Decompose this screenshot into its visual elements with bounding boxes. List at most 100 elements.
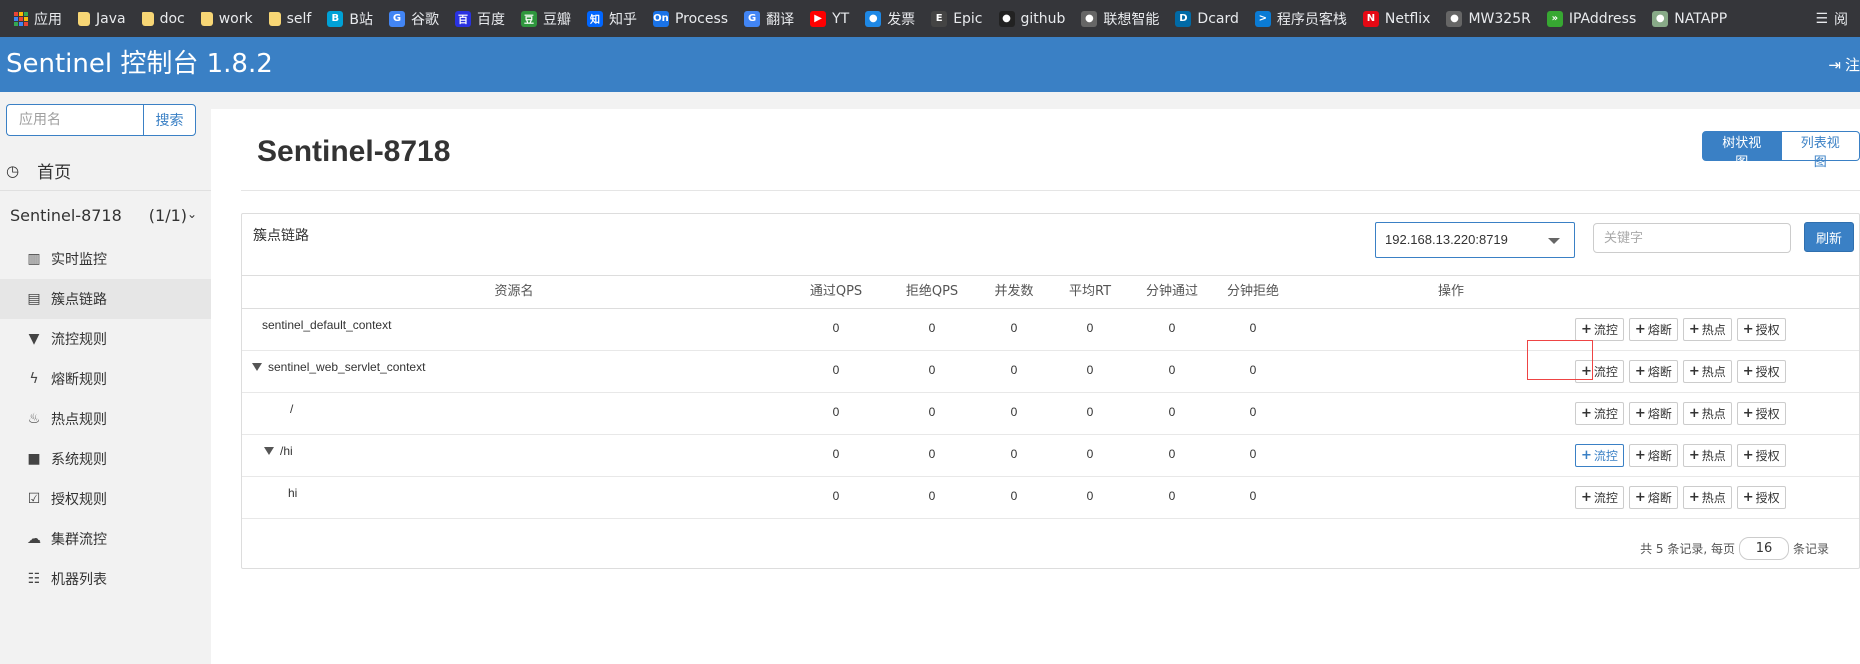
action-label: 授权 <box>1755 491 1780 505</box>
page-size-input[interactable]: 16 <box>1738 537 1789 560</box>
action-button-authority[interactable]: + 授权 <box>1736 360 1786 383</box>
refresh-button[interactable]: 刷新 <box>1804 222 1854 252</box>
sidebar-item[interactable]: ▤ 簇点链路 <box>0 279 211 319</box>
bookmark-item[interactable]: 应用 <box>6 0 70 37</box>
brand-title[interactable]: Sentinel 控制台 1.8.2 <box>6 37 273 92</box>
action-button-flow[interactable]: + 流控 <box>1575 318 1624 341</box>
sidebar-item[interactable]: ϟ 熔断规则 <box>0 359 211 399</box>
bookmark-item[interactable]: On Process <box>645 0 736 37</box>
bookmark-item[interactable]: 百百度 <box>447 0 513 37</box>
resource-name-label: sentinel_web_servlet_context <box>268 360 426 374</box>
bookmark-item[interactable]: Java <box>70 0 134 37</box>
bookmark-item[interactable]: ● 联想智能 <box>1073 0 1167 37</box>
column-header: 资源名 <box>494 284 534 299</box>
tree-view-button[interactable]: 树状视图 <box>1702 131 1782 170</box>
bookmark-item[interactable]: ● MW325R <box>1438 0 1538 37</box>
action-button-param[interactable]: + 热点 <box>1682 486 1732 509</box>
app-search-input[interactable] <box>6 104 143 136</box>
action-button-degrade[interactable]: + 熔断 <box>1628 444 1678 467</box>
bookmark-item[interactable]: ● NATAPP <box>1644 0 1735 37</box>
action-button-degrade[interactable]: + 熔断 <box>1628 486 1678 509</box>
action-button-param[interactable]: + 热点 <box>1682 444 1732 467</box>
action-button-param[interactable]: + 热点 <box>1682 360 1732 383</box>
bookmark-item[interactable]: work <box>193 0 261 37</box>
sidebar-item[interactable]: ☁ 集群流控 <box>0 519 211 559</box>
bookmark-item[interactable]: D Dcard <box>1167 0 1246 37</box>
metric-cell: 0 <box>928 363 936 377</box>
app-header: Sentinel 控制台 1.8.2 ⇥ 注 <box>0 37 1860 92</box>
logout-label: 注 <box>1844 56 1860 74</box>
bookmark-label: 豆瓣 <box>542 11 571 28</box>
bookmark-item[interactable]: doc <box>134 0 193 37</box>
bookmark-item[interactable]: G 谷歌 <box>381 0 447 37</box>
metric-cell: 0 <box>1249 489 1257 503</box>
bookmark-item[interactable]: E Epic <box>923 0 990 37</box>
plus-icon: + <box>1688 322 1700 337</box>
column-header: 分钟通过 <box>1145 284 1199 299</box>
action-button-flow[interactable]: + 流控 <box>1575 486 1624 509</box>
bookmark-item[interactable]: B B站 <box>319 0 381 37</box>
bookmark-label: Java <box>96 10 126 27</box>
bookmark-item[interactable]: » IPAddress <box>1539 0 1644 37</box>
bookmark-label: NATAPP <box>1674 10 1728 27</box>
bookmark-label: Dcard <box>1197 10 1239 27</box>
app-search-button[interactable]: 搜索 <box>143 104 196 136</box>
bookmark-item[interactable]: N Netflix <box>1355 0 1439 37</box>
action-label: 热点 <box>1701 407 1726 421</box>
natapp-icon: ● <box>1652 10 1669 27</box>
sidebar-item[interactable]: ■ 系统规则 <box>0 439 211 479</box>
keyword-input[interactable] <box>1593 223 1791 253</box>
bookmark-item[interactable]: self <box>261 0 320 37</box>
action-button-flow[interactable]: + 流控 <box>1575 444 1624 467</box>
machine-select[interactable]: 192.168.13.220:8719 <box>1375 222 1575 258</box>
bookmark-item[interactable]: ● github <box>991 0 1074 37</box>
lock-icon: ■ <box>27 451 41 467</box>
action-button-param[interactable]: + 热点 <box>1682 402 1732 425</box>
metric-cell: 0 <box>1168 321 1176 335</box>
sidebar-item[interactable]: ☷ 机器列表 <box>0 559 211 599</box>
action-label: 授权 <box>1755 449 1780 463</box>
metric-cell: 0 <box>832 321 840 335</box>
expand-toggle-icon[interactable] <box>264 447 274 455</box>
nav-home[interactable]: ◷ 首页 <box>0 151 211 191</box>
sidebar-item-label: 授权规则 <box>51 492 107 508</box>
action-button-authority[interactable]: + 授权 <box>1736 444 1786 467</box>
list-icon: ▤ <box>27 291 41 307</box>
bookmark-item[interactable]: 豆豆瓣 <box>513 0 579 37</box>
action-button-flow[interactable]: + 流控 <box>1575 402 1624 425</box>
expand-toggle-icon[interactable] <box>252 363 262 371</box>
app-name: Sentinel-8718 <box>10 205 122 225</box>
sidebar-item[interactable]: ☑ 授权规则 <box>0 479 211 519</box>
action-button-param[interactable]: + 热点 <box>1682 318 1732 341</box>
sidebar-item[interactable]: ▼ 流控规则 <box>0 319 211 359</box>
nav-app-group[interactable]: Sentinel-8718 (1/1) ⌄ <box>0 195 211 235</box>
bookmark-item[interactable]: G 翻译 <box>736 0 802 37</box>
row-actions: + 流控 + 熔断 + 热点 + 授权 <box>1575 402 1786 425</box>
action-button-authority[interactable]: + 授权 <box>1736 402 1786 425</box>
list-view-button[interactable]: 列表视图 <box>1781 131 1860 170</box>
bookmark-label: github <box>1020 10 1066 27</box>
action-button-authority[interactable]: + 授权 <box>1736 486 1786 509</box>
bookmark-item[interactable]: 知知乎 <box>579 0 645 37</box>
baidu-icon: 百 <box>454 10 471 27</box>
dcard-icon: D <box>1175 10 1192 27</box>
action-button-degrade[interactable]: + 熔断 <box>1628 360 1678 383</box>
globe-icon: ● <box>1446 10 1463 27</box>
action-button-degrade[interactable]: + 熔断 <box>1628 402 1678 425</box>
logout-link[interactable]: ⇥ 注 <box>1828 37 1860 92</box>
action-button-degrade[interactable]: + 熔断 <box>1628 318 1678 341</box>
bookmark-item[interactable]: > 程序员客栈 <box>1247 0 1355 37</box>
action-label: 熔断 <box>1647 491 1672 505</box>
resource-name-label: / <box>290 402 294 416</box>
bookmark-item[interactable]: ● 发票 <box>857 0 923 37</box>
action-label: 熔断 <box>1647 407 1672 421</box>
action-label: 熔断 <box>1647 323 1672 337</box>
action-label: 流控 <box>1593 449 1618 463</box>
plus-icon: + <box>1581 448 1592 463</box>
action-button-authority[interactable]: + 授权 <box>1736 318 1786 341</box>
sidebar-item[interactable]: ▥ 实时监控 <box>0 239 211 279</box>
bookmark-label: doc <box>159 10 185 27</box>
reading-list[interactable]: ☰ 阅 <box>1807 0 1860 37</box>
bookmark-item[interactable]: ▶ YT <box>802 0 857 37</box>
sidebar-item[interactable]: ♨ 热点规则 <box>0 399 211 439</box>
